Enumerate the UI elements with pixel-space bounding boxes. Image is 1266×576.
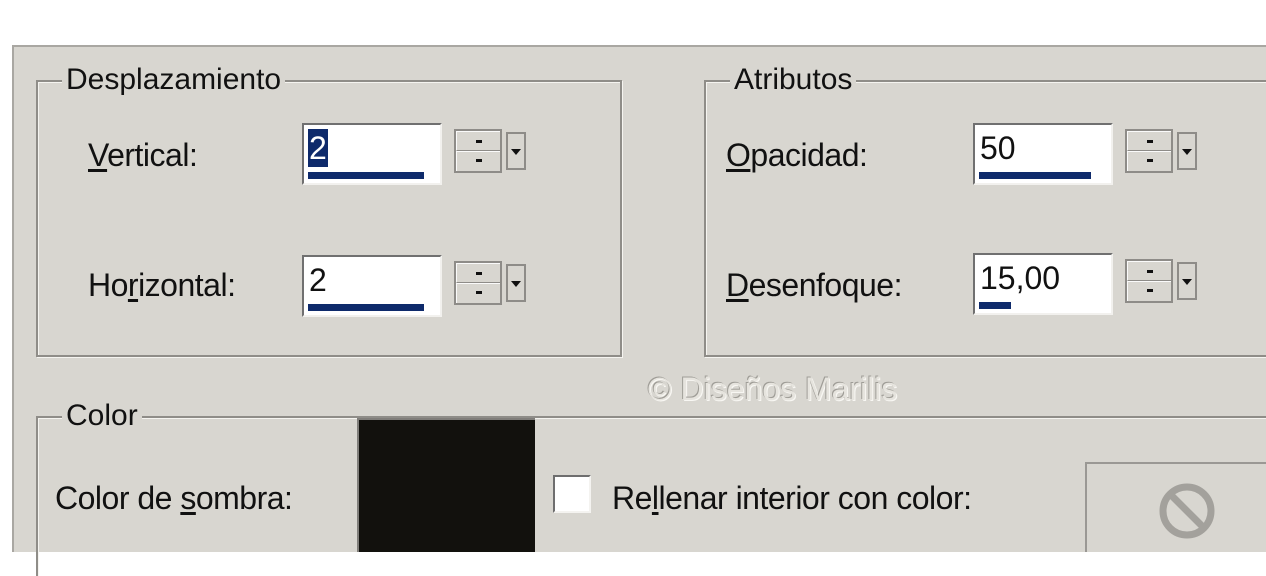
blur-down-button[interactable] [1127,281,1171,301]
attributes-group-title: Atributos [730,60,857,100]
blur-value: 15,00 [980,260,1061,296]
vertical-updown[interactable] [454,129,502,173]
opacity-spin-buttons[interactable] [1125,129,1197,173]
vertical-level-bar [308,172,424,179]
fill-interior-label[interactable]: Rellenar interior con color: [612,478,972,518]
blur-updown[interactable] [1125,259,1173,303]
blur-label: Desenfoque: [726,267,902,303]
opacity-level-bar [979,172,1091,179]
color-group-title: Color [62,396,142,436]
blur-input[interactable]: 15,00 [973,253,1113,315]
fill-color-button[interactable] [1085,462,1266,552]
opacity-label: Opacidad: [726,137,868,173]
horizontal-input[interactable]: 2 [302,255,442,317]
vertical-input[interactable]: 2 [302,123,442,185]
shadow-color-label: Color de sombra: [55,480,293,516]
watermark: © Diseños Marilis [648,371,898,407]
blur-up-button[interactable] [1127,261,1171,281]
vertical-dropdown-button[interactable] [506,132,526,170]
opacity-up-button[interactable] [1127,131,1171,151]
opacity-value: 50 [980,130,1016,166]
fill-interior-checkbox[interactable] [553,475,591,513]
opacity-updown[interactable] [1125,129,1173,173]
horizontal-updown[interactable] [454,261,502,305]
no-color-icon [1159,483,1215,539]
vertical-label: Vertical: [88,137,198,173]
opacity-down-button[interactable] [1127,151,1171,171]
horizontal-value: 2 [309,262,327,298]
horizontal-spin-buttons[interactable] [454,261,526,305]
horizontal-down-button[interactable] [456,283,500,303]
vertical-down-button[interactable] [456,151,500,171]
offset-group-title: Desplazamiento [62,60,286,100]
blur-dropdown-button[interactable] [1177,262,1197,300]
horizontal-label: Horizontal: [88,267,236,303]
blur-level-bar [979,302,1011,309]
vertical-up-button[interactable] [456,131,500,151]
horizontal-level-bar [308,304,424,311]
opacity-input[interactable]: 50 [973,123,1113,185]
attributes-group: Atributos [704,60,1266,357]
blur-spin-buttons[interactable] [1125,259,1197,303]
vertical-spin-buttons[interactable] [454,129,526,173]
horizontal-up-button[interactable] [456,263,500,283]
vertical-value: 2 [308,129,328,167]
shadow-color-swatch[interactable] [357,418,535,552]
horizontal-dropdown-button[interactable] [506,264,526,302]
opacity-dropdown-button[interactable] [1177,132,1197,170]
